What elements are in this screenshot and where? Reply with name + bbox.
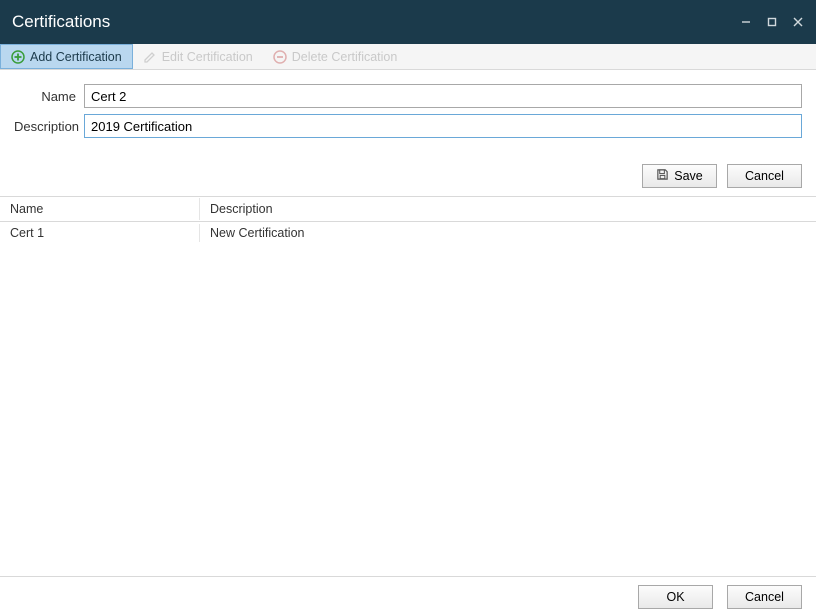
- edit-icon: [143, 50, 157, 64]
- window-controls: [740, 16, 804, 28]
- minimize-button[interactable]: [740, 16, 752, 28]
- cell-name: Cert 1: [0, 224, 200, 242]
- name-input[interactable]: [84, 84, 802, 108]
- ok-button[interactable]: OK: [638, 585, 713, 609]
- add-icon: [11, 50, 25, 64]
- name-row: Name: [14, 84, 802, 108]
- form-cancel-button[interactable]: Cancel: [727, 164, 802, 188]
- maximize-button[interactable]: [766, 16, 778, 28]
- form-cancel-label: Cancel: [745, 169, 784, 183]
- form-panel: Name Description: [0, 70, 816, 154]
- name-label: Name: [14, 89, 84, 104]
- grid-body: Cert 1 New Certification: [0, 222, 816, 244]
- description-label: Description: [14, 119, 84, 134]
- edit-certification-label: Edit Certification: [162, 50, 253, 64]
- dialog-cancel-label: Cancel: [745, 590, 784, 604]
- column-header-name[interactable]: Name: [0, 198, 200, 220]
- delete-certification-button: Delete Certification: [263, 44, 408, 69]
- description-row: Description: [14, 114, 802, 138]
- save-icon: [656, 168, 669, 184]
- description-input[interactable]: [84, 114, 802, 138]
- grid-header: Name Description: [0, 196, 816, 222]
- edit-certification-button: Edit Certification: [133, 44, 263, 69]
- close-button[interactable]: [792, 16, 804, 28]
- add-certification-button[interactable]: Add Certification: [0, 44, 133, 69]
- ok-button-label: OK: [666, 590, 684, 604]
- dialog-cancel-button[interactable]: Cancel: [727, 585, 802, 609]
- title-bar: Certifications: [0, 0, 816, 44]
- table-row[interactable]: Cert 1 New Certification: [0, 222, 816, 244]
- column-header-description[interactable]: Description: [200, 198, 816, 220]
- dialog-footer: OK Cancel: [0, 576, 816, 616]
- delete-certification-label: Delete Certification: [292, 50, 398, 64]
- toolbar: Add Certification Edit Certification Del…: [0, 44, 816, 70]
- cell-description: New Certification: [200, 224, 816, 242]
- delete-icon: [273, 50, 287, 64]
- add-certification-label: Add Certification: [30, 50, 122, 64]
- form-buttons: Save Cancel: [0, 154, 816, 196]
- save-button-label: Save: [674, 169, 703, 183]
- window-title: Certifications: [12, 12, 110, 32]
- save-button[interactable]: Save: [642, 164, 717, 188]
